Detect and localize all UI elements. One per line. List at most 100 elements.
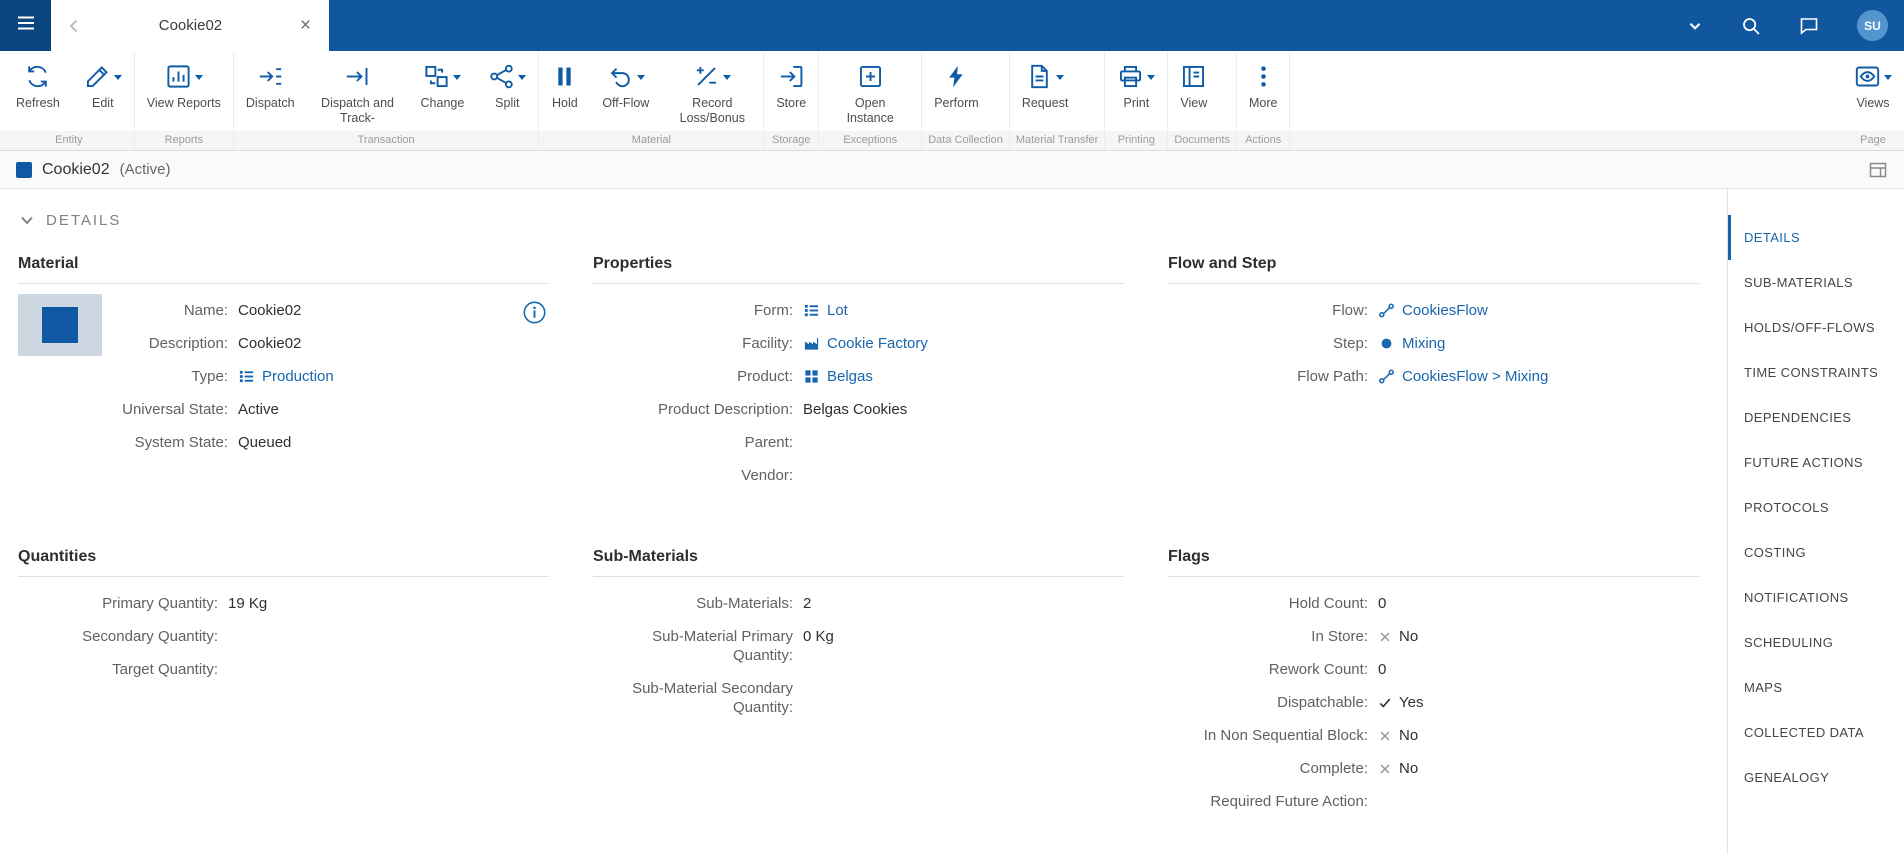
list-icon bbox=[238, 368, 255, 385]
button-label: Change bbox=[420, 96, 465, 110]
nav-item-details[interactable]: DETAILS bbox=[1728, 215, 1904, 260]
field-label: Parent: bbox=[744, 434, 793, 451]
facility-link[interactable]: Cookie Factory bbox=[803, 334, 928, 353]
right-nav: DETAILS SUB-MATERIALS HOLDS/OFF-FLOWS TI… bbox=[1727, 189, 1904, 854]
field-row: Primary Quantity: 19 Kg bbox=[18, 587, 549, 620]
flow-link[interactable]: CookiesFlow bbox=[1378, 301, 1488, 320]
flow-path-link[interactable]: CookiesFlow > Mixing bbox=[1378, 367, 1548, 386]
x-icon bbox=[1378, 729, 1392, 743]
record-loss-bonus-button[interactable]: Record Loss/Bonus bbox=[661, 51, 763, 126]
button-label: Off-Flow bbox=[602, 96, 650, 110]
dropdown-caret-icon bbox=[1147, 74, 1156, 80]
nav-item-sub-materials[interactable]: SUB-MATERIALS bbox=[1728, 260, 1904, 305]
tab-close-icon[interactable]: × bbox=[294, 14, 317, 37]
nav-item-maps[interactable]: MAPS bbox=[1728, 665, 1904, 710]
details-section-toggle[interactable]: DETAILS bbox=[18, 211, 1727, 229]
request-button[interactable]: Request bbox=[1010, 51, 1081, 111]
button-label: Perform bbox=[934, 96, 979, 110]
menu-button[interactable] bbox=[0, 0, 51, 51]
dropdown-caret-icon bbox=[113, 74, 122, 80]
dispatch-and-track-button[interactable]: Dispatch and Track- bbox=[307, 51, 409, 126]
view-documents-button[interactable]: View bbox=[1168, 51, 1219, 111]
section-title: Quantities bbox=[18, 548, 549, 577]
field-row: Rework Count: 0 bbox=[1168, 653, 1699, 686]
entity-tab[interactable]: Cookie02 × bbox=[51, 0, 329, 51]
open-instance-button[interactable]: Open Instance bbox=[819, 51, 921, 126]
nav-item-holds-off-flows[interactable]: HOLDS/OFF-FLOWS bbox=[1728, 305, 1904, 350]
field-label: System State: bbox=[134, 434, 228, 451]
off-flow-button[interactable]: Off-Flow bbox=[590, 51, 661, 111]
section-flags: Flags Hold Count: 0 In Store: No Rework … bbox=[1168, 548, 1699, 818]
field-label: Flow: bbox=[1332, 302, 1368, 319]
nav-item-genealogy[interactable]: GENEALOGY bbox=[1728, 755, 1904, 800]
field-row: Dispatchable: Yes bbox=[1168, 686, 1699, 719]
field-label: Dispatchable: bbox=[1277, 694, 1368, 711]
field-label: Form: bbox=[753, 302, 793, 319]
back-chevron-icon[interactable] bbox=[61, 13, 87, 39]
field-label: Product Description: bbox=[657, 401, 793, 418]
nav-item-scheduling[interactable]: SCHEDULING bbox=[1728, 620, 1904, 665]
lightning-icon bbox=[943, 61, 970, 91]
nav-item-dependencies[interactable]: DEPENDENCIES bbox=[1728, 395, 1904, 440]
panel-layout-icon[interactable] bbox=[1868, 160, 1888, 180]
field-row: Complete: No bbox=[1168, 752, 1699, 785]
info-icon[interactable] bbox=[522, 300, 547, 325]
change-button[interactable]: Change bbox=[409, 51, 477, 111]
search-icon[interactable] bbox=[1741, 16, 1761, 36]
avatar[interactable]: SU bbox=[1857, 10, 1888, 41]
button-label: Views bbox=[1856, 96, 1890, 110]
more-button[interactable]: More bbox=[1237, 51, 1289, 111]
field-row: Step: Mixing bbox=[1168, 327, 1699, 360]
dropdown-caret-icon bbox=[194, 74, 203, 80]
field-row: Facility: Cookie Factory bbox=[593, 327, 1124, 360]
dispatch-button[interactable]: Dispatch bbox=[234, 51, 307, 111]
print-button[interactable]: Print bbox=[1105, 51, 1167, 111]
group-label: Material Transfer bbox=[1015, 134, 1099, 146]
field-label: Facility: bbox=[742, 335, 793, 352]
field-row: Parent: bbox=[593, 426, 1124, 459]
nav-item-costing[interactable]: COSTING bbox=[1728, 530, 1904, 575]
group-label: Exceptions bbox=[843, 134, 898, 146]
field-label: Product: bbox=[737, 368, 793, 385]
field-label: Primary Quantity: bbox=[102, 595, 218, 612]
undo-icon bbox=[607, 61, 645, 91]
chevron-down-icon[interactable] bbox=[1687, 18, 1703, 34]
button-label: More bbox=[1248, 96, 1278, 110]
type-link[interactable]: Production bbox=[238, 367, 334, 386]
edit-button[interactable]: Edit bbox=[72, 51, 134, 111]
field-label: Sub-Materials: bbox=[696, 595, 793, 612]
step-link[interactable]: Mixing bbox=[1378, 334, 1445, 353]
section-title: Flags bbox=[1168, 548, 1699, 577]
hold-button[interactable]: Hold bbox=[539, 51, 590, 111]
dropdown-caret-icon bbox=[723, 74, 732, 80]
refresh-button[interactable]: Refresh bbox=[4, 51, 72, 111]
nav-item-protocols[interactable]: PROTOCOLS bbox=[1728, 485, 1904, 530]
field-label: Description: bbox=[148, 335, 228, 352]
perform-button[interactable]: Perform bbox=[922, 51, 990, 111]
toolbar-group-material: Hold Off-Flow Record Loss/Bonus Material bbox=[539, 51, 765, 150]
chat-icon[interactable] bbox=[1799, 16, 1819, 36]
section-title: Properties bbox=[593, 255, 1124, 284]
form-link[interactable]: Lot bbox=[803, 301, 848, 320]
nav-item-notifications[interactable]: NOTIFICATIONS bbox=[1728, 575, 1904, 620]
field-value: No bbox=[1378, 726, 1418, 745]
nav-item-future-actions[interactable]: FUTURE ACTIONS bbox=[1728, 440, 1904, 485]
toolbar-group-storage: Store Storage bbox=[764, 51, 820, 150]
store-button[interactable]: Store bbox=[764, 51, 818, 111]
field-row: Type: Production bbox=[110, 360, 549, 393]
dropdown-caret-icon bbox=[1056, 74, 1065, 80]
group-label: Reports bbox=[164, 134, 204, 146]
split-button[interactable]: Split bbox=[476, 51, 538, 111]
field-value: Queued bbox=[238, 434, 292, 451]
nav-item-time-constraints[interactable]: TIME CONSTRAINTS bbox=[1728, 350, 1904, 395]
details-sections: Material Name: Cookie02 Description: Coo… bbox=[0, 255, 1727, 818]
views-button[interactable]: Views bbox=[1842, 51, 1904, 111]
view-reports-button[interactable]: View Reports bbox=[135, 51, 233, 111]
dropdown-caret-icon bbox=[636, 74, 645, 80]
nav-item-collected-data[interactable]: COLLECTED DATA bbox=[1728, 710, 1904, 755]
main-panel: DETAILS Material Name: Cookie02 Descript… bbox=[0, 189, 1727, 854]
product-link[interactable]: Belgas bbox=[803, 367, 873, 386]
field-label: Name: bbox=[183, 302, 228, 319]
dropdown-caret-icon bbox=[518, 74, 527, 80]
field-value: 0 bbox=[1378, 595, 1387, 612]
